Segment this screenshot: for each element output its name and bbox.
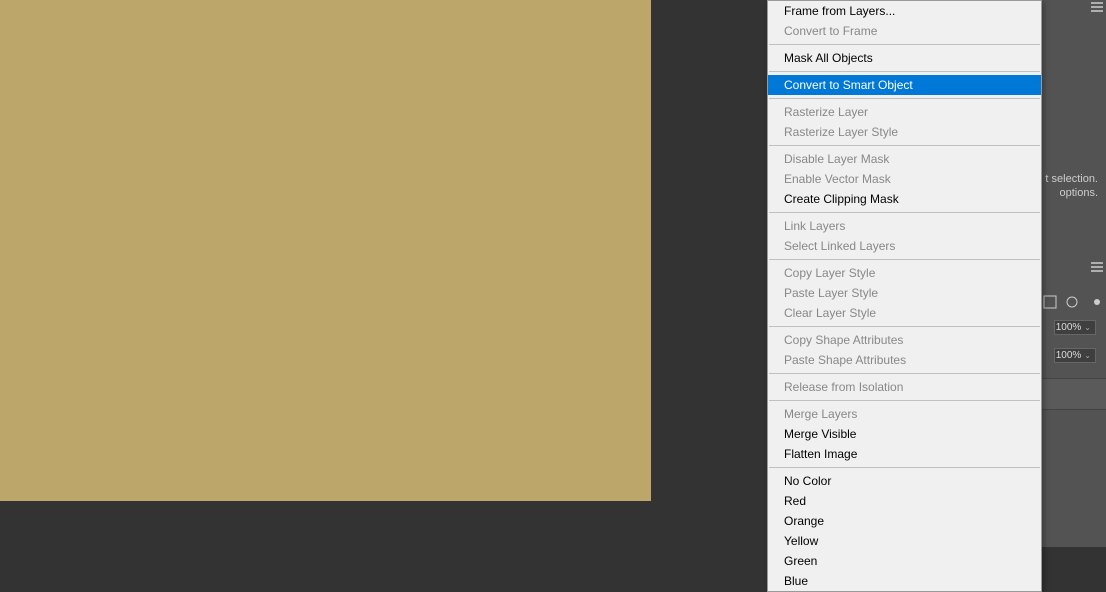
- menu-separator: [769, 71, 1040, 72]
- menu-separator: [769, 467, 1040, 468]
- menu-item-convert-to-smart-object[interactable]: Convert to Smart Object: [768, 75, 1041, 95]
- menu-item-blue[interactable]: Blue: [768, 571, 1041, 591]
- menu-item-create-clipping-mask[interactable]: Create Clipping Mask: [768, 189, 1041, 209]
- menu-item-link-layers: Link Layers: [768, 216, 1041, 236]
- menu-item-rasterize-layer-style: Rasterize Layer Style: [768, 122, 1041, 142]
- opacity-value: 100%: [1056, 322, 1082, 333]
- menu-item-disable-layer-mask: Disable Layer Mask: [768, 149, 1041, 169]
- menu-separator: [769, 98, 1040, 99]
- menu-item-merge-visible[interactable]: Merge Visible: [768, 424, 1041, 444]
- filter-pixel-icon[interactable]: [1042, 294, 1058, 310]
- canvas-area[interactable]: [0, 0, 651, 501]
- panel-hint-text: t selection. options.: [1045, 172, 1098, 200]
- menu-item-orange[interactable]: Orange: [768, 511, 1041, 531]
- menu-item-enable-vector-mask: Enable Vector Mask: [768, 169, 1041, 189]
- menu-item-copy-layer-style: Copy Layer Style: [768, 263, 1041, 283]
- hint-line: t selection.: [1045, 172, 1098, 186]
- panel-menu-icon[interactable]: [1090, 0, 1104, 17]
- menu-item-paste-layer-style: Paste Layer Style: [768, 283, 1041, 303]
- fill-input[interactable]: 100% ⌄: [1054, 348, 1096, 363]
- layer-context-menu: Frame from Layers...Convert to Frame Mask…: [767, 0, 1042, 592]
- menu-item-merge-layers: Merge Layers: [768, 404, 1041, 424]
- menu-item-frame-from-layers[interactable]: Frame from Layers...: [768, 1, 1041, 21]
- fill-value: 100%: [1056, 350, 1082, 361]
- hint-line: options.: [1045, 186, 1098, 200]
- menu-item-no-color[interactable]: No Color: [768, 471, 1041, 491]
- opacity-input[interactable]: 100% ⌄: [1054, 320, 1096, 335]
- menu-separator: [769, 326, 1040, 327]
- layer-filter-icons: [1042, 294, 1102, 310]
- menu-separator: [769, 145, 1040, 146]
- menu-item-copy-shape-attributes: Copy Shape Attributes: [768, 330, 1041, 350]
- menu-separator: [769, 259, 1040, 260]
- menu-item-clear-layer-style: Clear Layer Style: [768, 303, 1041, 323]
- chevron-down-icon: ⌄: [1084, 351, 1091, 360]
- menu-item-convert-to-frame: Convert to Frame: [768, 21, 1041, 41]
- menu-item-flatten-image[interactable]: Flatten Image: [768, 444, 1041, 464]
- menu-item-yellow[interactable]: Yellow: [768, 531, 1041, 551]
- menu-item-mask-all-objects[interactable]: Mask All Objects: [768, 48, 1041, 68]
- menu-separator: [769, 373, 1040, 374]
- filter-adjustment-icon[interactable]: [1064, 294, 1080, 310]
- menu-separator: [769, 44, 1040, 45]
- menu-separator: [769, 212, 1040, 213]
- menu-item-paste-shape-attributes: Paste Shape Attributes: [768, 350, 1041, 370]
- menu-item-green[interactable]: Green: [768, 551, 1041, 571]
- menu-separator: [769, 400, 1040, 401]
- chevron-down-icon: ⌄: [1084, 323, 1091, 332]
- menu-item-release-from-isolation: Release from Isolation: [768, 377, 1041, 397]
- layer-row[interactable]: [1041, 378, 1106, 410]
- menu-item-select-linked-layers: Select Linked Layers: [768, 236, 1041, 256]
- menu-item-rasterize-layer: Rasterize Layer: [768, 102, 1041, 122]
- panel-menu-icon[interactable]: [1090, 260, 1104, 277]
- menu-item-red[interactable]: Red: [768, 491, 1041, 511]
- filter-toggle-icon[interactable]: [1086, 294, 1102, 310]
- right-panels: t selection. options. 100% ⌄ 100% ⌄: [1041, 0, 1106, 547]
